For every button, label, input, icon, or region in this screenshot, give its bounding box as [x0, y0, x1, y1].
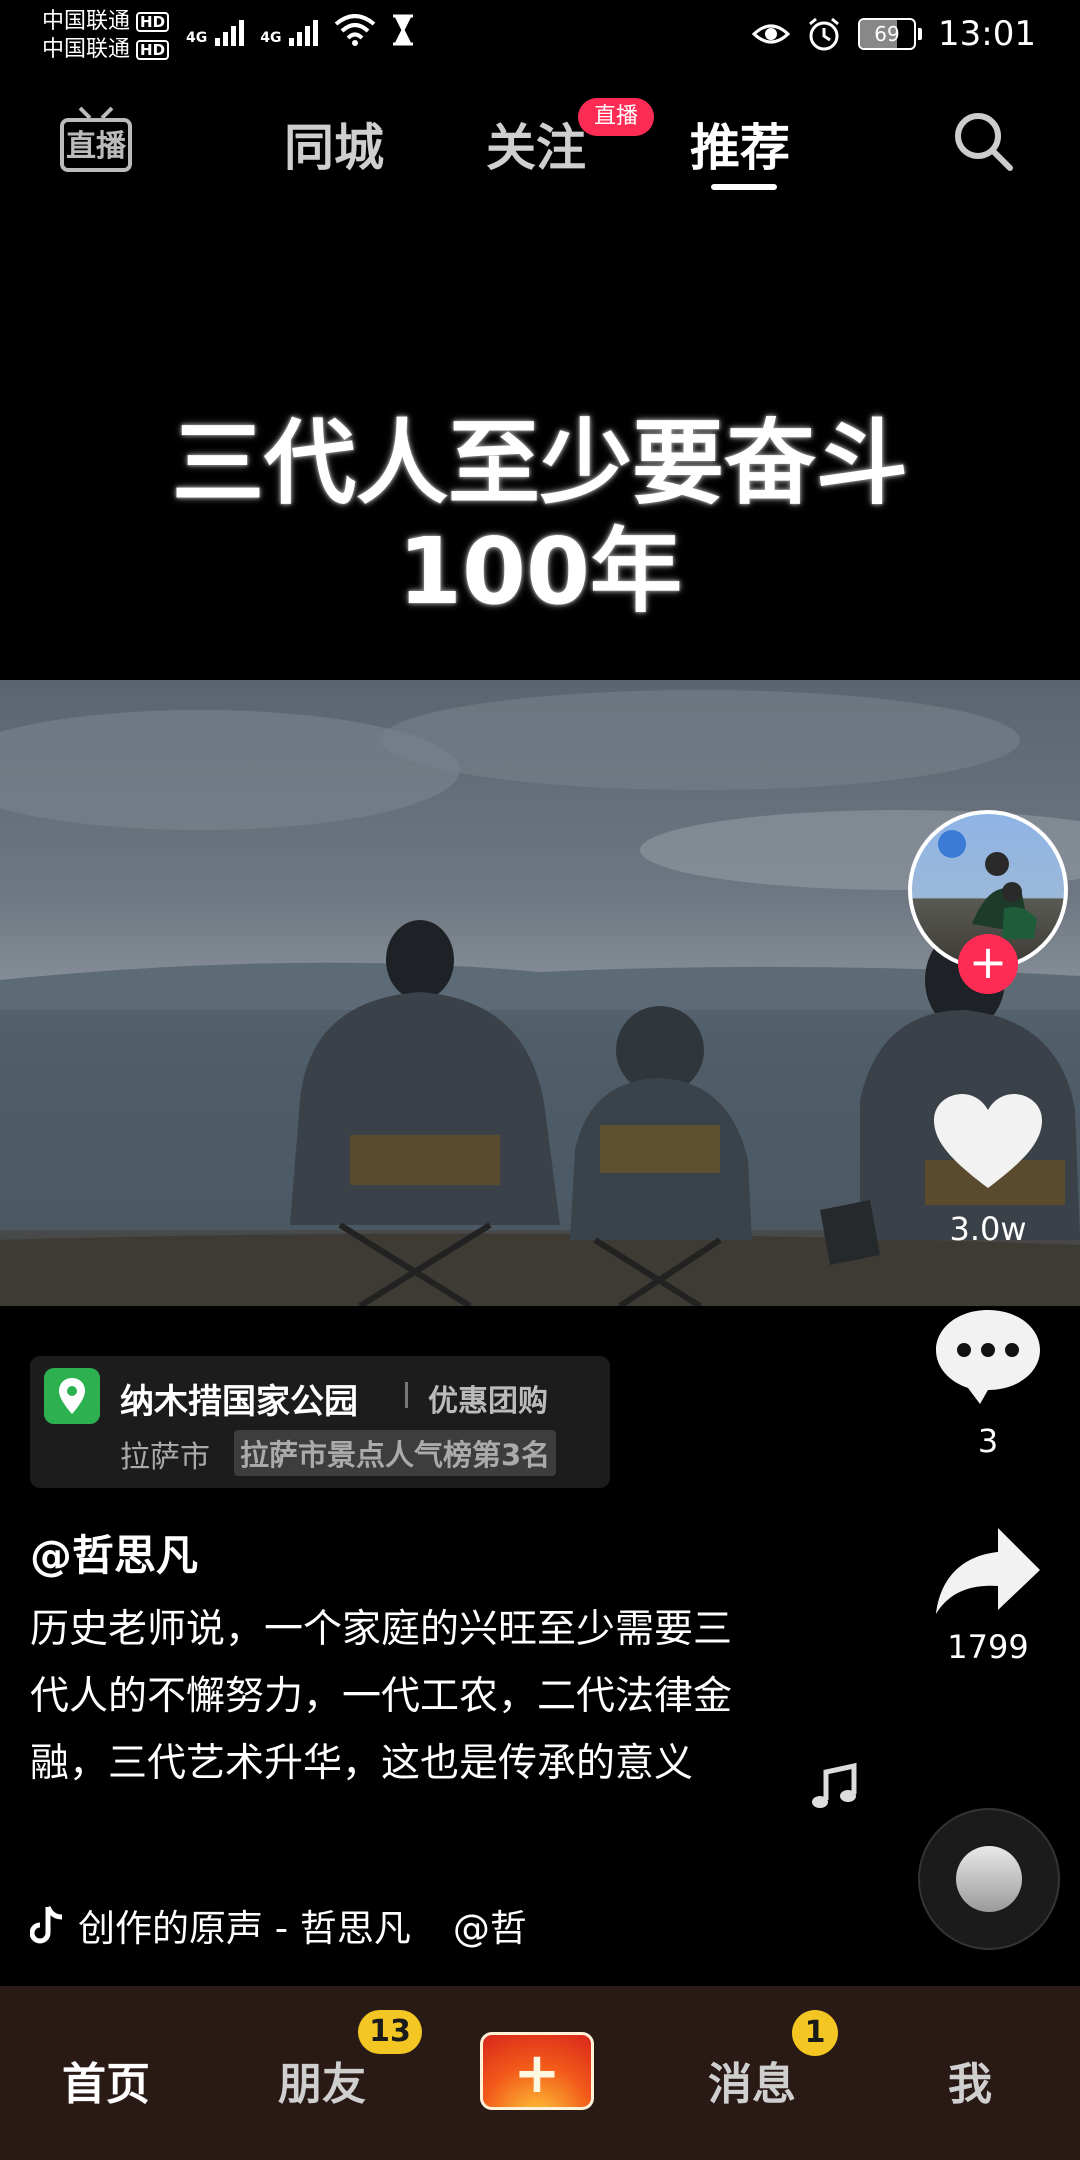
bottom-nav: 首页 朋友 13 + 消息 1 我: [0, 1986, 1080, 2160]
status-right: 69 13:01: [752, 14, 1036, 54]
search-icon[interactable]: [950, 108, 1016, 174]
messages-badge: 1: [792, 2010, 838, 2056]
status-carriers: 中国联通 HD 中国联通 HD: [42, 8, 170, 64]
comment-icon[interactable]: [928, 1306, 1048, 1406]
music-title: 创作的原声 - 哲思凡: [78, 1907, 411, 1950]
hd-badge-2: HD: [136, 40, 170, 60]
plus-icon: +: [513, 2041, 561, 2106]
follow-plus-button[interactable]: +: [958, 934, 1018, 994]
share-count: 1799: [947, 1628, 1029, 1666]
like-count: 3.0w: [949, 1210, 1027, 1248]
share-icon[interactable]: [928, 1524, 1048, 1624]
live-tv-icon[interactable]: 直播: [60, 104, 132, 174]
signal-icon-1: [215, 16, 245, 46]
nav-me[interactable]: 我: [948, 2048, 992, 2112]
wifi-icon: [335, 14, 376, 46]
hd-badge-1: HD: [136, 12, 170, 32]
group-deal-label: 优惠团购: [428, 1384, 548, 1419]
hourglass-icon: [393, 14, 414, 46]
signal-icon-2: [289, 16, 319, 46]
music-disc-cover: [956, 1846, 1022, 1912]
tab-following[interactable]: 关注: [486, 108, 586, 180]
tab-nearby[interactable]: 同城: [284, 108, 384, 180]
live-badge: 直播: [578, 98, 654, 136]
music-disc[interactable]: [918, 1808, 1060, 1950]
post-description: 历史老师说，一个家庭的兴旺至少需要三代人的不懈努力，一代工农，二代法律金融，三代…: [30, 1607, 733, 1786]
music-mention: @哲: [452, 1907, 527, 1950]
nav-friends[interactable]: 朋友: [278, 2048, 366, 2112]
signal-group: 4G 4G: [186, 14, 416, 46]
nav-messages[interactable]: 消息: [708, 2048, 796, 2112]
clock-time: 13:01: [938, 14, 1036, 54]
network-type-1: 4G: [186, 30, 208, 46]
location-city: 拉萨市: [120, 1440, 210, 1475]
friends-badge: 13: [358, 2010, 422, 2054]
heart-icon[interactable]: [928, 1092, 1048, 1192]
floating-music-note-icon: [812, 1762, 857, 1808]
headline-line-1: 三代人至少要奋斗: [171, 410, 908, 517]
nav-home[interactable]: 首页: [62, 2048, 150, 2112]
battery-icon: 69: [858, 18, 923, 50]
location-name: 纳木措国家公园: [120, 1382, 358, 1422]
alarm-icon: [809, 17, 839, 51]
video-headline: 三代人至少要奋斗 100年: [0, 410, 1080, 626]
location-pin-icon: [44, 1368, 100, 1424]
tiktok-note-icon: [30, 1905, 63, 1944]
author-name[interactable]: @哲思凡: [30, 1522, 198, 1583]
create-post-button[interactable]: +: [480, 2032, 594, 2110]
carrier-2: 中国联通: [42, 37, 131, 62]
comment-count: 3: [977, 1422, 999, 1460]
live-tv-icon-label: 直播: [66, 129, 127, 164]
eye-icon: [752, 24, 791, 44]
location-divider: [405, 1382, 408, 1408]
location-rank-tag: 拉萨市景点人气榜第3名: [234, 1430, 557, 1476]
active-tab-indicator: [711, 184, 777, 190]
headline-line-2: 100年: [397, 518, 683, 625]
carrier-1: 中国联通: [42, 9, 131, 34]
network-type-2: 4G: [260, 30, 282, 46]
location-card[interactable]: 纳木措国家公园 优惠团购 拉萨市 拉萨市景点人气榜第3名: [30, 1356, 610, 1488]
tab-recommended[interactable]: 推荐: [690, 108, 790, 180]
battery-level: 69: [874, 22, 900, 46]
music-info[interactable]: 创作的原声 - 哲思凡 @哲: [30, 1898, 527, 1952]
